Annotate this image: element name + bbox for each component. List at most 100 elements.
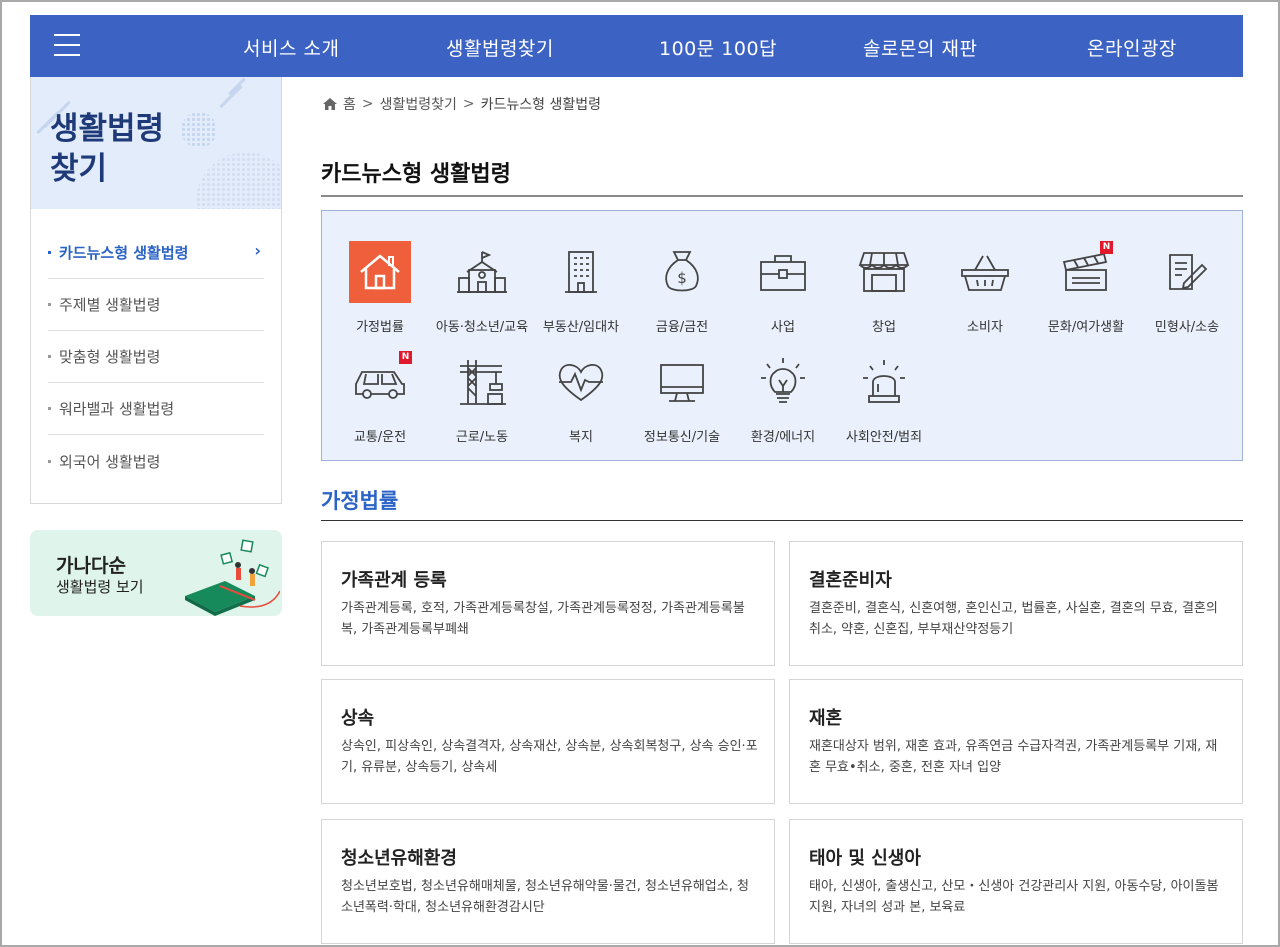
sidebar-item-label: 워라밸과 생활법령 [59, 400, 175, 418]
category-label: 환경/에너지 [750, 430, 816, 445]
nav-item-100-qa[interactable]: 100문 100답 [659, 34, 777, 61]
car-icon: N [349, 351, 412, 413]
category-business[interactable]: 사업 [728, 241, 838, 335]
nav-item-online-plaza[interactable]: 온라인광장 [1087, 34, 1177, 61]
topic-card-inheritance[interactable]: 상속 상속인, 피상속인, 상속결격자, 상속재산, 상속분, 상속회복청구, … [321, 679, 775, 804]
topic-card-remarriage[interactable]: 재혼 재혼대상자 범위, 재혼 효과, 유족연금 수급자격권, 가족관계등록부 … [789, 679, 1243, 804]
sidebar-item-label: 맞춤형 생활법령 [59, 348, 161, 366]
decoration-dots [196, 152, 281, 209]
category-traffic-driving[interactable]: N 교통/운전 [325, 351, 435, 445]
new-badge: N [399, 351, 412, 364]
category-grid: 가정법률 아동·청소년/교육 부동산/임대차 $ 금융/금전 사업 창업 소비자… [321, 210, 1243, 461]
briefcase-icon [752, 241, 814, 303]
bullet-icon [48, 303, 51, 306]
category-culture-leisure[interactable]: N 문화/여가생활 [1031, 241, 1141, 335]
clapperboard-icon: N [1055, 241, 1117, 303]
topic-card-family-registration[interactable]: 가족관계 등록 가족관계등록, 호적, 가족관계등록창설, 가족관계등록정정, … [321, 541, 775, 666]
card-description: 결혼준비, 결혼식, 신혼여행, 혼인신고, 법률혼, 사실혼, 결혼의 무효,… [809, 601, 1218, 637]
sidebar-title: 생활법령 찾기 [50, 111, 165, 187]
card-title: 상속 [341, 708, 375, 729]
topic-card-marriage-prep[interactable]: 결혼준비자 결혼준비, 결혼식, 신혼여행, 혼인신고, 법률혼, 사실혼, 결… [789, 541, 1243, 666]
section-divider [321, 520, 1243, 521]
category-ict[interactable]: 정보통신/기술 [627, 351, 737, 445]
category-label: 소비자 [967, 320, 1003, 335]
card-title: 태아 및 신생아 [809, 848, 921, 869]
category-label: 사업 [771, 320, 795, 335]
category-label: 민형사/소송 [1154, 320, 1220, 335]
monitor-icon [651, 351, 713, 413]
category-label: 부동산/임대차 [542, 320, 620, 335]
card-title: 청소년유해환경 [341, 848, 457, 869]
category-label: 교통/운전 [353, 430, 407, 445]
svg-text:$: $ [677, 269, 687, 287]
breadcrumb-separator: > [361, 96, 374, 112]
card-description: 태아, 신생아, 출생신고, 산모・신생아 건강관리사 지원, 아동수당, 아이… [809, 879, 1219, 915]
bullet-icon [48, 459, 51, 463]
basket-icon [954, 241, 1016, 303]
card-description: 가족관계등록, 호적, 가족관계등록창설, 가족관계등록정정, 가족관계등록불복… [341, 601, 745, 637]
category-label: 창업 [872, 320, 896, 335]
category-label: 금융/금전 [655, 320, 709, 335]
category-labor[interactable]: 근로/노동 [427, 351, 537, 445]
top-navigation-bar: 서비스 소개 생활법령찾기 100문 100답 솔로몬의 재판 온라인광장 [30, 15, 1243, 77]
sidebar-item-label: 외국어 생활법령 [59, 452, 161, 471]
sidebar-item-cardnews[interactable]: 카드뉴스형 생활법령 › [48, 227, 264, 279]
heart-pulse-icon [550, 351, 612, 413]
sidebar-item-worklife[interactable]: 워라밸과 생활법령 [48, 383, 264, 435]
card-title: 재혼 [809, 708, 843, 729]
breadcrumb-separator: > [462, 96, 475, 112]
breadcrumb: 홈 > 생활법령찾기 > 카드뉴스형 생활법령 [322, 94, 601, 114]
category-label: 가정법률 [356, 320, 404, 335]
decoration-line [228, 77, 246, 96]
section-title: 가정법률 [321, 489, 399, 513]
breadcrumb-find-laws[interactable]: 생활법령찾기 [380, 94, 457, 114]
document-pen-icon [1156, 241, 1218, 303]
money-bag-icon: $ [651, 241, 713, 303]
category-label: 사회안전/범죄 [845, 430, 923, 445]
book-illustration-icon [185, 539, 280, 616]
category-welfare[interactable]: 복지 [526, 351, 636, 445]
breadcrumb-current: 카드뉴스형 생활법령 [480, 97, 602, 113]
category-safety-crime[interactable]: 사회안전/범죄 [829, 351, 939, 445]
category-child-education[interactable]: 아동·청소년/교육 [427, 241, 537, 335]
banner-title: 가나다순 [56, 555, 126, 577]
sidebar: 생활법령 찾기 카드뉴스형 생활법령 › 주제별 생활법령 맞춤형 생활법령 워… [30, 77, 282, 504]
category-environment-energy[interactable]: 환경/에너지 [728, 351, 838, 445]
sidebar-item-topic[interactable]: 주제별 생활법령 [48, 279, 264, 331]
category-family-law[interactable]: 가정법률 [325, 241, 435, 335]
page-title: 카드뉴스형 생활법령 [321, 162, 511, 187]
menu-icon[interactable] [54, 34, 80, 56]
card-title: 가족관계 등록 [341, 570, 447, 591]
card-description: 상속인, 피상속인, 상속결격자, 상속재산, 상속분, 상속회복청구, 상속 … [341, 739, 758, 775]
store-icon [853, 241, 915, 303]
topic-card-youth-environment[interactable]: 청소년유해환경 청소년보호법, 청소년유해매체물, 청소년유해약물·물건, 청소… [321, 819, 775, 944]
sidebar-item-foreign[interactable]: 외국어 생활법령 [48, 435, 264, 487]
home-icon[interactable] [322, 97, 338, 111]
sidebar-menu: 카드뉴스형 생활법령 › 주제별 생활법령 맞춤형 생활법령 워라밸과 생활법령… [48, 227, 264, 487]
house-icon [349, 241, 411, 303]
sidebar-header: 생활법령 찾기 [31, 77, 281, 209]
siren-icon [853, 351, 915, 413]
nav-item-service-intro[interactable]: 서비스 소개 [243, 34, 339, 61]
card-title: 결혼준비자 [809, 570, 892, 591]
bullet-icon [48, 407, 51, 410]
category-civil-criminal[interactable]: 민형사/소송 [1132, 241, 1242, 335]
new-badge: N [1100, 241, 1113, 254]
card-description: 청소년보호법, 청소년유해매체물, 청소년유해약물·물건, 청소년유해업소, 청… [341, 879, 749, 915]
category-finance[interactable]: $ 금융/금전 [627, 241, 737, 335]
alphabetical-laws-banner[interactable]: 가나다순 생활법령 보기 [30, 530, 282, 616]
category-label: 근로/노동 [455, 430, 509, 445]
sidebar-item-custom[interactable]: 맞춤형 생활법령 [48, 331, 264, 383]
topic-card-fetus-newborn[interactable]: 태아 및 신생아 태아, 신생아, 출생신고, 산모・신생아 건강관리사 지원,… [789, 819, 1243, 944]
nav-item-solomon-trial[interactable]: 솔로몬의 재판 [863, 34, 977, 61]
category-real-estate[interactable]: 부동산/임대차 [526, 241, 636, 335]
sidebar-item-label: 주제별 생활법령 [59, 296, 161, 314]
nav-item-find-laws[interactable]: 생활법령찾기 [446, 34, 554, 61]
decoration-dots [181, 112, 217, 148]
crane-icon [451, 351, 513, 413]
category-consumer[interactable]: 소비자 [930, 241, 1040, 335]
card-description: 재혼대상자 범위, 재혼 효과, 유족연금 수급자격권, 가족관계등록부 기재,… [809, 739, 1218, 775]
breadcrumb-home[interactable]: 홈 [343, 94, 356, 114]
category-label: 정보통신/기술 [643, 430, 721, 445]
category-startup[interactable]: 창업 [829, 241, 939, 335]
